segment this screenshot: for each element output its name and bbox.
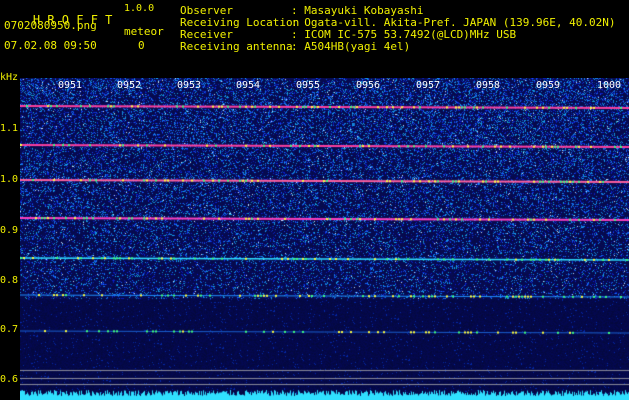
time-tick-label: 0953 [177,80,202,91]
axis-unit-label: kHz [0,72,19,83]
spectrogram [20,78,629,400]
time-tick-label: 1000 [597,80,622,91]
y-tick-label: 0.9 [0,225,19,236]
time-tick-label: 0959 [536,80,561,91]
meteor-count: 0 [138,39,145,52]
antenna-value: : A504HB(yagi 4el) [291,40,411,53]
y-tick-label: 0.8 [0,275,19,286]
time-tick-label: 0951 [58,80,83,91]
date-time: 07.02.08 09:50 [4,39,97,52]
file-name: 0702080950.png [4,19,97,32]
time-tick-label: 0952 [117,80,142,91]
time-tick-label: 0957 [416,80,441,91]
meteor-label: meteor [124,25,164,38]
time-tick-label: 0956 [356,80,381,91]
antenna-label: Receiving antenna [180,40,293,53]
time-tick-label: 0958 [476,80,501,91]
time-tick-label: 0955 [296,80,321,91]
app-version: 1.0.0 [124,3,155,14]
y-tick-label: 0.7 [0,324,19,335]
y-tick-label: 1.0 [0,174,19,185]
y-tick-label: 1.1 [0,123,19,134]
y-tick-label: 0.6 [0,374,19,385]
hroft-screen: H R O F F T 1.0.0 0702080950.png meteor … [0,0,629,400]
time-tick-label: 0954 [236,80,261,91]
